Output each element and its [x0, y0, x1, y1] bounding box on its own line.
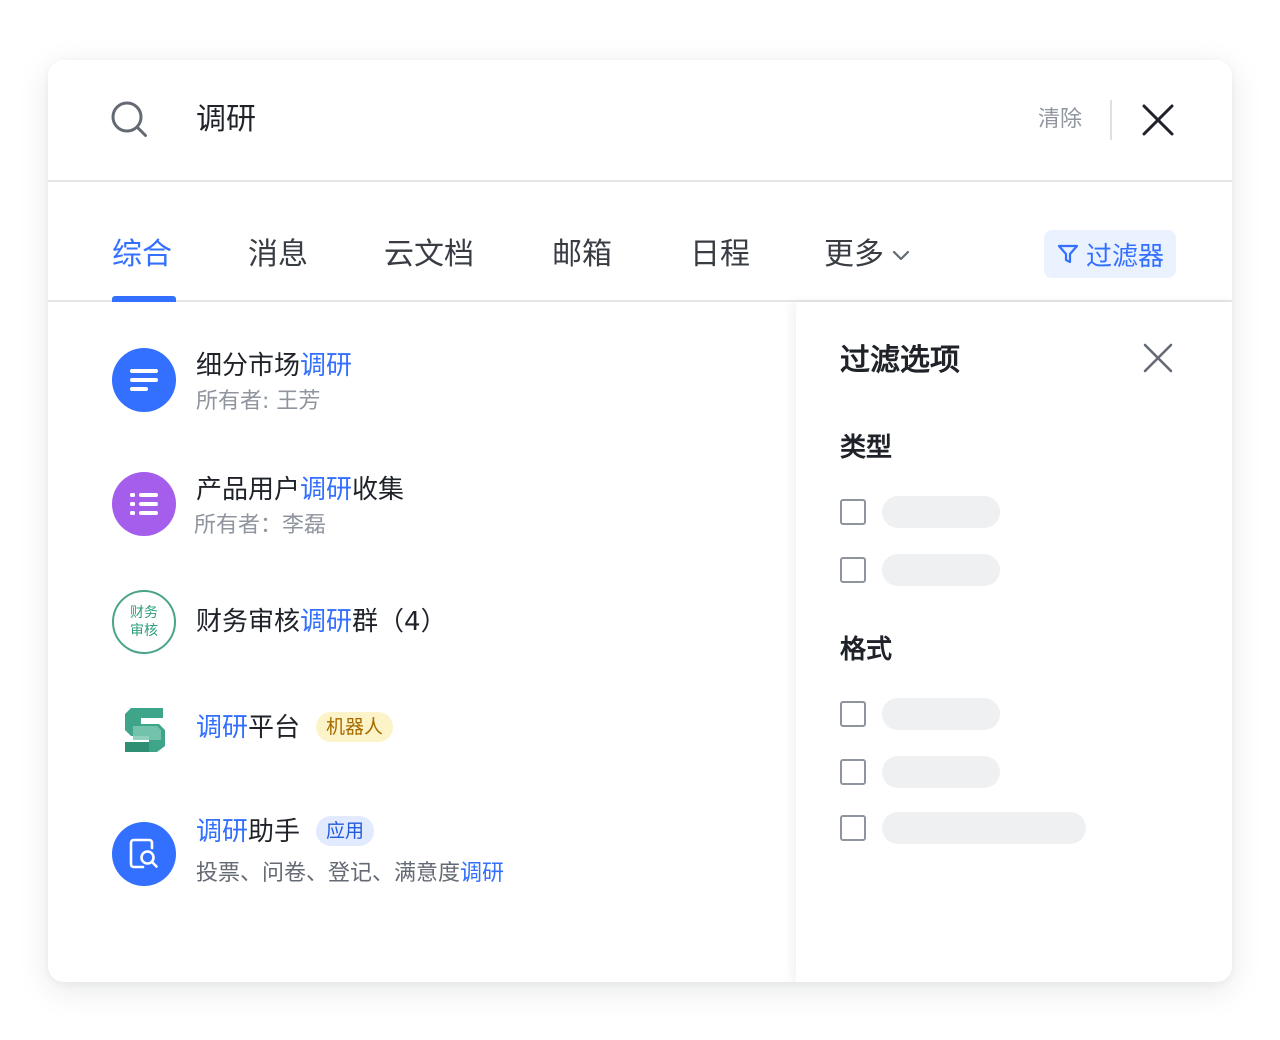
checkbox[interactable] — [840, 499, 866, 525]
checkbox[interactable] — [840, 557, 866, 583]
avatar-text-line2: 审核 — [130, 623, 158, 639]
placeholder-bar — [882, 756, 1000, 788]
title-highlight: 调研 — [196, 817, 249, 847]
filter-icon — [1057, 244, 1079, 264]
title-highlight: 调研 — [300, 351, 353, 381]
result-title: 调研助手 应用 — [196, 814, 375, 850]
tab-docs[interactable]: 云文档 — [384, 234, 474, 276]
avatar-text-line1: 财务 — [130, 605, 158, 621]
results-list: 细分市场调研 所有者: 王芳 产品用户调研收集 所有者：李磊 财务 审核 财务审… — [48, 302, 790, 982]
title-text: 财务审核 — [196, 607, 301, 637]
tab-bar: 综合 消息 云文档 邮箱 日程 更多 过滤器 — [48, 182, 1232, 302]
placeholder-bar — [882, 554, 1000, 586]
app-badge: 应用 — [316, 815, 375, 846]
title-text-after: 收集 — [352, 475, 405, 505]
placeholder-bar — [882, 496, 1000, 528]
search-input[interactable]: 调研 — [196, 98, 256, 142]
search-icon — [111, 101, 147, 137]
search-panel: 调研 清除 综合 消息 云文档 邮箱 日程 更多 过滤器 细分市场调研 所有者:… — [48, 60, 1232, 982]
tab-more-label: 更多 — [824, 237, 884, 272]
chevron-down-icon — [892, 250, 910, 261]
group-chat-avatar: 财务 审核 — [112, 590, 176, 654]
search-bar: 调研 清除 — [48, 60, 1232, 182]
filter-panel: 过滤选项 类型 格式 — [796, 302, 1232, 982]
divider — [1110, 100, 1112, 140]
tab-messages[interactable]: 消息 — [248, 234, 308, 276]
title-text: 细分市场 — [196, 351, 301, 381]
list-icon — [112, 472, 176, 536]
tab-more[interactable]: 更多 — [824, 234, 912, 276]
close-icon[interactable] — [1138, 100, 1178, 140]
app-search-icon — [112, 822, 176, 886]
title-text-after: 助手 — [248, 817, 301, 847]
section-type-label: 类型 — [840, 433, 893, 463]
tab-mail[interactable]: 邮箱 — [552, 234, 612, 276]
description-highlight: 调研 — [460, 861, 505, 886]
description-text: 投票、问卷、登记、满意度 — [196, 861, 461, 886]
checkbox[interactable] — [840, 815, 866, 841]
result-title: 细分市场调研 — [196, 348, 352, 384]
filter-button[interactable]: 过滤器 — [1044, 230, 1176, 278]
result-title: 财务审核调研群（4） — [196, 604, 447, 640]
title-highlight: 调研 — [300, 607, 353, 637]
result-title: 产品用户调研收集 — [196, 472, 404, 508]
filter-panel-title: 过滤选项 — [840, 343, 960, 378]
title-highlight: 调研 — [196, 713, 249, 743]
title-text: 产品用户 — [196, 475, 301, 505]
placeholder-bar — [882, 698, 1000, 730]
close-filter-icon[interactable] — [1140, 340, 1176, 376]
result-owner: 所有者: 王芳 — [196, 389, 321, 414]
result-title: 调研平台 机器人 — [196, 710, 394, 746]
result-description: 投票、问卷、登记、满意度调研 — [196, 858, 504, 890]
bot-s-logo-icon — [112, 698, 176, 762]
title-text-after: 平台 — [248, 713, 301, 743]
clear-button[interactable]: 清除 — [1038, 104, 1082, 136]
title-text-after: 群（4） — [352, 607, 447, 637]
checkbox[interactable] — [840, 759, 866, 785]
bot-badge: 机器人 — [316, 711, 394, 742]
result-owner: 所有者：李磊 — [194, 513, 327, 538]
section-format-label: 格式 — [840, 635, 893, 665]
doc-lines-icon — [112, 348, 176, 412]
tab-all[interactable]: 综合 — [112, 234, 172, 276]
title-highlight: 调研 — [300, 475, 353, 505]
checkbox[interactable] — [840, 701, 866, 727]
tab-calendar[interactable]: 日程 — [690, 234, 750, 276]
filter-button-label: 过滤器 — [1085, 241, 1164, 272]
placeholder-bar — [882, 812, 1086, 844]
